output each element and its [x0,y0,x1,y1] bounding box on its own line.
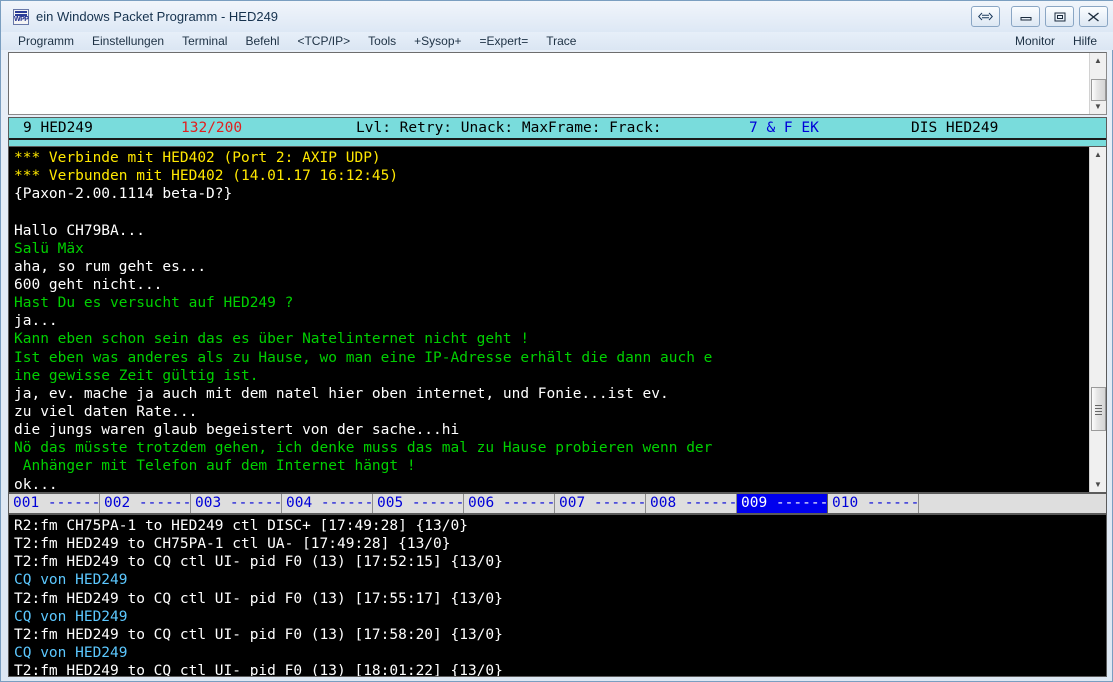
channel-tab-004[interactable]: 004 ------ [282,494,373,513]
menu-item-terminal[interactable]: Terminal [173,32,236,50]
terminal-line: aha, so rum geht es... [14,258,207,275]
menu-item-monitor[interactable]: Monitor [1006,32,1064,50]
menu-right-group: Monitor Hilfe [1006,32,1106,50]
monitor-line: CQ von HED249 [14,608,128,625]
maximize-button[interactable] [1045,6,1074,27]
terminal-text: *** Verbinde mit HED402 (Port 2: AXIP UD… [9,147,1089,492]
channel-tab-filler [919,494,1106,513]
application-window: WPP ein Windows Packet Programm - HED249… [0,0,1113,682]
send-input-scrollbar[interactable]: ▲ ▼ [1089,53,1106,114]
status-channel-callsign: 9 HED249 [23,120,93,136]
channel-tab-008[interactable]: 008 ------ [646,494,737,513]
status-flags: 7 & F EK [749,120,819,136]
terminal-line: *** Verbunden mit HED402 (14.01.17 16:12… [14,168,399,185]
close-button[interactable] [1079,6,1108,27]
monitor-line: R2:fm CH75PA-1 to HED249 ctl DISC+ [17:4… [14,518,468,534]
menu-item-programm[interactable]: Programm [9,32,83,50]
resize-width-button[interactable] [971,6,1000,27]
terminal-line: *** Verbinde mit HED402 (Port 2: AXIP UD… [14,150,381,166]
monitor-line: T2:fm HED249 to CQ ctl UI- pid F0 (13) [… [14,554,503,571]
terminal-line: Salü Mäx [14,240,84,257]
terminal-scrollbar[interactable]: ▲ ▼ [1089,147,1106,492]
menu-item-befehl[interactable]: Befehl [236,32,288,50]
menu-item-hilfe[interactable]: Hilfe [1064,32,1106,50]
title-bar: WPP ein Windows Packet Programm - HED249 [1,1,1113,32]
send-scroll-track[interactable] [1090,68,1107,101]
terminal-line: Hast Du es versucht auf HED249 ? [14,295,294,312]
monitor-line: T2:fm HED249 to CQ ctl UI- pid F0 (13) [… [14,663,503,677]
status-counter: 132/200 [181,120,243,136]
scroll-up-icon[interactable]: ▲ [1090,53,1107,68]
window-title: ein Windows Packet Programm - HED249 [36,9,279,24]
menu-item-trace[interactable]: Trace [537,32,585,50]
monitor-line: T2:fm HED249 to CQ ctl UI- pid F0 (13) [… [14,590,503,607]
send-input-pane[interactable]: ▲ ▼ [8,52,1107,115]
channel-status-bar: 9 HED249 132/200 Lvl: Retry: Unack: MaxF… [8,117,1107,146]
terminal-scroll-track[interactable] [1090,162,1107,477]
window-controls [966,6,1108,27]
send-input-field[interactable] [9,53,1089,114]
terminal-line: ja... [14,313,58,330]
scroll-thumb-grip [1094,405,1102,415]
terminal-pane[interactable]: *** Verbinde mit HED402 (Port 2: AXIP UD… [8,146,1107,493]
channel-tab-001[interactable]: 001 ------ [9,494,100,513]
channel-tab-007[interactable]: 007 ------ [555,494,646,513]
menu-item-tools[interactable]: Tools [359,32,405,50]
monitor-text: R2:fm CH75PA-1 to HED249 ctl DISC+ [17:4… [9,515,1106,677]
menu-bar: Programm Einstellungen Terminal Befehl <… [1,32,1113,50]
terminal-line: die jungs waren glaub begeistert von der… [14,422,460,439]
menu-item-tcpip[interactable]: <TCP/IP> [288,32,359,50]
terminal-line: ine gewisse Zeit gültig ist. [14,367,259,384]
channel-tab-003[interactable]: 003 ------ [191,494,282,513]
status-link-fields: Lvl: Retry: Unack: MaxFrame: Frack: [356,120,662,136]
monitor-line: CQ von HED249 [14,572,128,589]
channel-tab-005[interactable]: 005 ------ [373,494,464,513]
scroll-up-icon[interactable]: ▲ [1090,147,1107,162]
menu-item-sysop[interactable]: +Sysop+ [405,32,470,50]
channel-tab-010[interactable]: 010 ------ [828,494,919,513]
channel-tab-strip[interactable]: 001 ------ 002 ------ 003 ------ 004 ------… [8,493,1107,514]
monitor-line: T2:fm HED249 to CH75PA-1 ctl UA- [17:49:… [14,536,451,553]
menu-item-einstellungen[interactable]: Einstellungen [83,32,173,50]
channel-tab-009[interactable]: 009 ------ [737,494,828,513]
channel-tab-006[interactable]: 006 ------ [464,494,555,513]
terminal-line: zu viel daten Rate... [14,403,198,420]
menu-left-group: Programm Einstellungen Terminal Befehl <… [9,32,585,50]
terminal-line: {Paxon-2.00.1114 beta-D?} [14,186,233,203]
terminal-line: Nö das müsste trotzdem gehen, ich denke … [14,440,713,457]
terminal-line: Kann eben schon sein das es über Natelin… [14,331,530,348]
minimize-button[interactable] [1011,6,1040,27]
monitor-line: T2:fm HED249 to CQ ctl UI- pid F0 (13) [… [14,626,503,643]
app-icon-label: WPP [14,15,29,23]
terminal-line: Ist eben was anderes als zu Hause, wo ma… [14,349,713,366]
wpp-app-icon: WPP [13,8,29,25]
status-connection-state: DIS HED249 [911,120,999,136]
terminal-line: ok... [14,476,58,492]
menu-item-expert[interactable]: =Expert= [471,32,538,50]
monitor-line: CQ von HED249 [14,644,128,661]
terminal-scroll-thumb[interactable] [1090,387,1106,431]
send-scroll-thumb[interactable] [1090,79,1106,101]
channel-tab-002[interactable]: 002 ------ [100,494,191,513]
scroll-down-icon[interactable]: ▼ [1090,99,1107,114]
terminal-line: Hallo CH79BA... [14,222,145,239]
terminal-line: 600 geht nicht... [14,276,163,293]
scroll-down-icon[interactable]: ▼ [1090,477,1107,492]
channel-status-row: 9 HED249 132/200 Lvl: Retry: Unack: MaxF… [9,118,1106,140]
monitor-pane[interactable]: R2:fm CH75PA-1 to HED249 ctl DISC+ [17:4… [8,514,1107,677]
terminal-line: ja, ev. mache ja auch mit dem natel hier… [14,385,669,402]
terminal-line: Anhänger mit Telefon auf dem Internet hä… [14,458,416,475]
